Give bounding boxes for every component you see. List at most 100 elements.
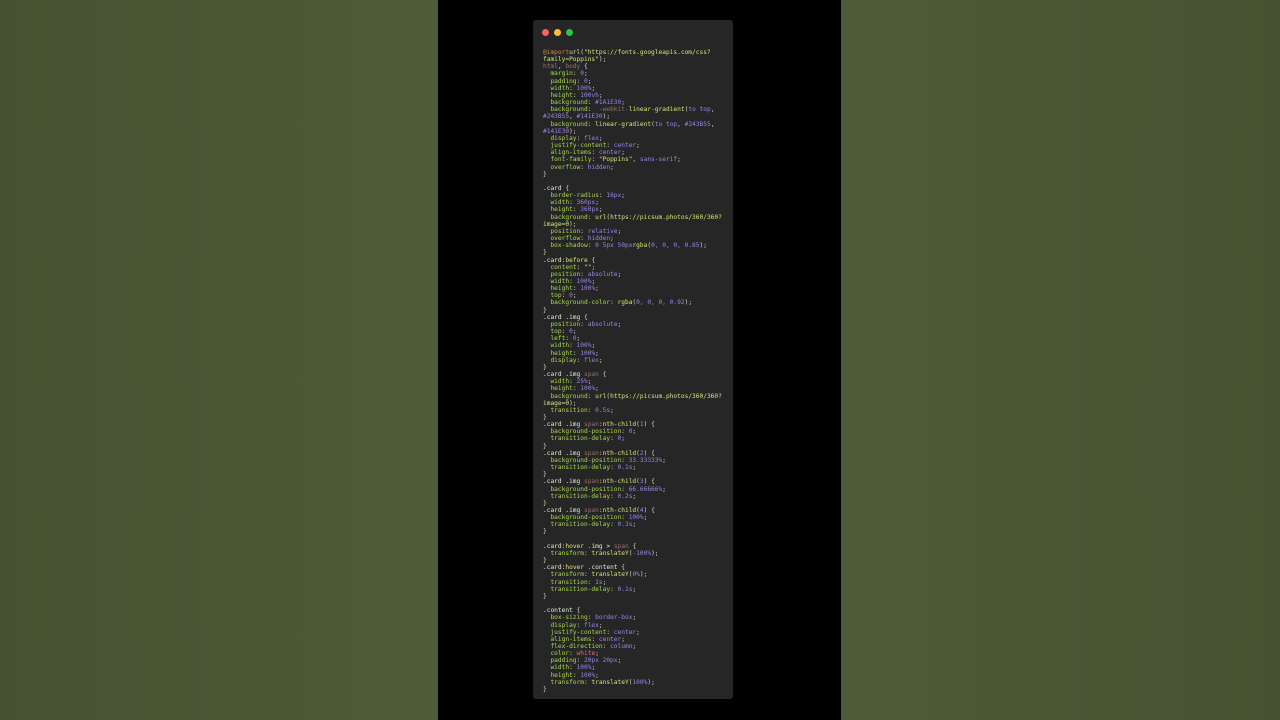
- code-line: display: flex;: [543, 357, 729, 364]
- code-line: background-position: 0;: [543, 428, 729, 435]
- code-token: align-items: [550, 635, 592, 643]
- code-token: transition-delay: [550, 585, 611, 593]
- maximize-dot-icon[interactable]: [566, 29, 573, 36]
- code-token: image=0: [543, 220, 570, 228]
- code-line: .card:hover .img > span {: [543, 543, 729, 550]
- code-line: color: white;: [543, 650, 729, 657]
- code-token: ,: [569, 113, 577, 121]
- code-token: .card .img: [543, 371, 584, 379]
- code-token: 0, 0, 0, 0.92: [636, 299, 685, 307]
- code-token: .content: [584, 564, 618, 572]
- close-dot-icon[interactable]: [542, 29, 549, 36]
- code-token: top: [550, 328, 562, 336]
- code-line: display: flex;: [543, 135, 729, 142]
- code-token: display: [550, 356, 577, 364]
- code-token: );: [699, 242, 707, 250]
- code-token: color: [550, 650, 570, 658]
- code-line: transition-delay: 0.1s;: [543, 586, 729, 593]
- code-token: background-position: [550, 456, 622, 464]
- code-token: absolute: [587, 270, 618, 278]
- code-line: }: [543, 171, 729, 178]
- code-token: :hover: [561, 564, 584, 572]
- code-token: :: [602, 642, 611, 650]
- code-token: 20px 20px: [583, 657, 618, 665]
- code-token: {: [580, 63, 588, 71]
- code-line: }: [543, 686, 729, 693]
- code-token: ;: [576, 335, 581, 343]
- code-line: position: absolute;: [543, 271, 729, 278]
- code-token: 100%: [580, 349, 596, 357]
- code-line: overflow: hidden;: [543, 164, 729, 171]
- code-line: transition: 0.5s;: [543, 407, 729, 414]
- code-token: :: [606, 142, 614, 150]
- code-line: transition-delay: 0.3s;: [543, 521, 729, 528]
- code-line: background: -webkit-linear-gradient(to t…: [543, 106, 729, 113]
- code-line: .card .img span:nth-child(2) {: [543, 450, 729, 457]
- code-token: 100vh: [580, 91, 599, 99]
- code-token: width: [550, 199, 570, 207]
- code-line: }: [543, 528, 729, 535]
- code-line: .card:hover .content {: [543, 564, 729, 571]
- code-token: }: [543, 442, 547, 450]
- code-token: 360px: [576, 199, 596, 207]
- code-token: width: [550, 84, 570, 92]
- code-token: margin: [550, 70, 573, 78]
- code-token: .content: [543, 607, 573, 615]
- code-token: ;: [632, 492, 637, 500]
- code-token: ;: [621, 435, 625, 443]
- code-token: :nth-child: [598, 507, 637, 514]
- code-token: center: [598, 635, 622, 643]
- code-line: }: [543, 593, 729, 600]
- code-line: background: url(https://picsum.photos/36…: [543, 214, 729, 221]
- code-token: }: [543, 413, 547, 421]
- code-token: hidden: [587, 163, 611, 171]
- code-token: 100%: [628, 514, 644, 522]
- code-token: .card .img: [543, 507, 584, 514]
- code-token: ;: [598, 134, 603, 142]
- code-token: ;: [595, 349, 599, 357]
- code-token: {: [572, 607, 581, 615]
- code-token: :: [621, 485, 629, 493]
- code-token: :nth-child: [598, 449, 637, 457]
- code-token: position: [550, 320, 581, 328]
- code-token: :: [580, 235, 588, 243]
- code-token: {: [598, 371, 607, 379]
- code-token: ;: [591, 263, 596, 271]
- window-controls: [542, 29, 573, 36]
- code-token: );: [684, 299, 693, 307]
- code-token: flex: [583, 134, 599, 142]
- code-token: {: [628, 542, 637, 550]
- code-token: }: [543, 306, 547, 314]
- code-line: html, body {: [543, 63, 729, 70]
- code-line: background-color: rgba(0, 0, 0, 0.92);: [543, 299, 729, 306]
- code-token: ;: [632, 464, 637, 472]
- code-token: ;: [595, 285, 599, 293]
- code-token: );: [569, 399, 577, 407]
- minimize-dot-icon[interactable]: [554, 29, 561, 36]
- code-token: translateY: [591, 678, 629, 686]
- code-token: .card .img: [543, 449, 584, 457]
- code-token: :: [591, 156, 599, 164]
- code-line: }: [543, 471, 729, 478]
- code-token: ;: [610, 163, 614, 171]
- code-line: overflow: hidden;: [543, 235, 729, 242]
- code-token: :: [561, 328, 570, 336]
- code-token: :: [569, 342, 577, 350]
- code-token: ) {: [643, 478, 655, 486]
- code-token: ;: [595, 385, 599, 393]
- left-background-panel: [0, 0, 438, 720]
- code-token: top: [550, 292, 562, 300]
- code-line: justify-content: center;: [543, 142, 729, 149]
- code-token: ;: [621, 99, 625, 107]
- code-token: ;: [632, 428, 637, 436]
- code-token: ;: [595, 199, 599, 207]
- code-token: 0 5px 50px: [595, 242, 633, 250]
- code-token: :: [621, 428, 629, 436]
- code-token: rgba: [617, 299, 633, 307]
- code-token: 0.3s: [617, 521, 633, 529]
- code-token: sans-serif: [639, 156, 678, 164]
- code-token: }: [543, 592, 547, 600]
- code-line: height: 100vh;: [543, 92, 729, 99]
- code-token: :: [569, 84, 577, 92]
